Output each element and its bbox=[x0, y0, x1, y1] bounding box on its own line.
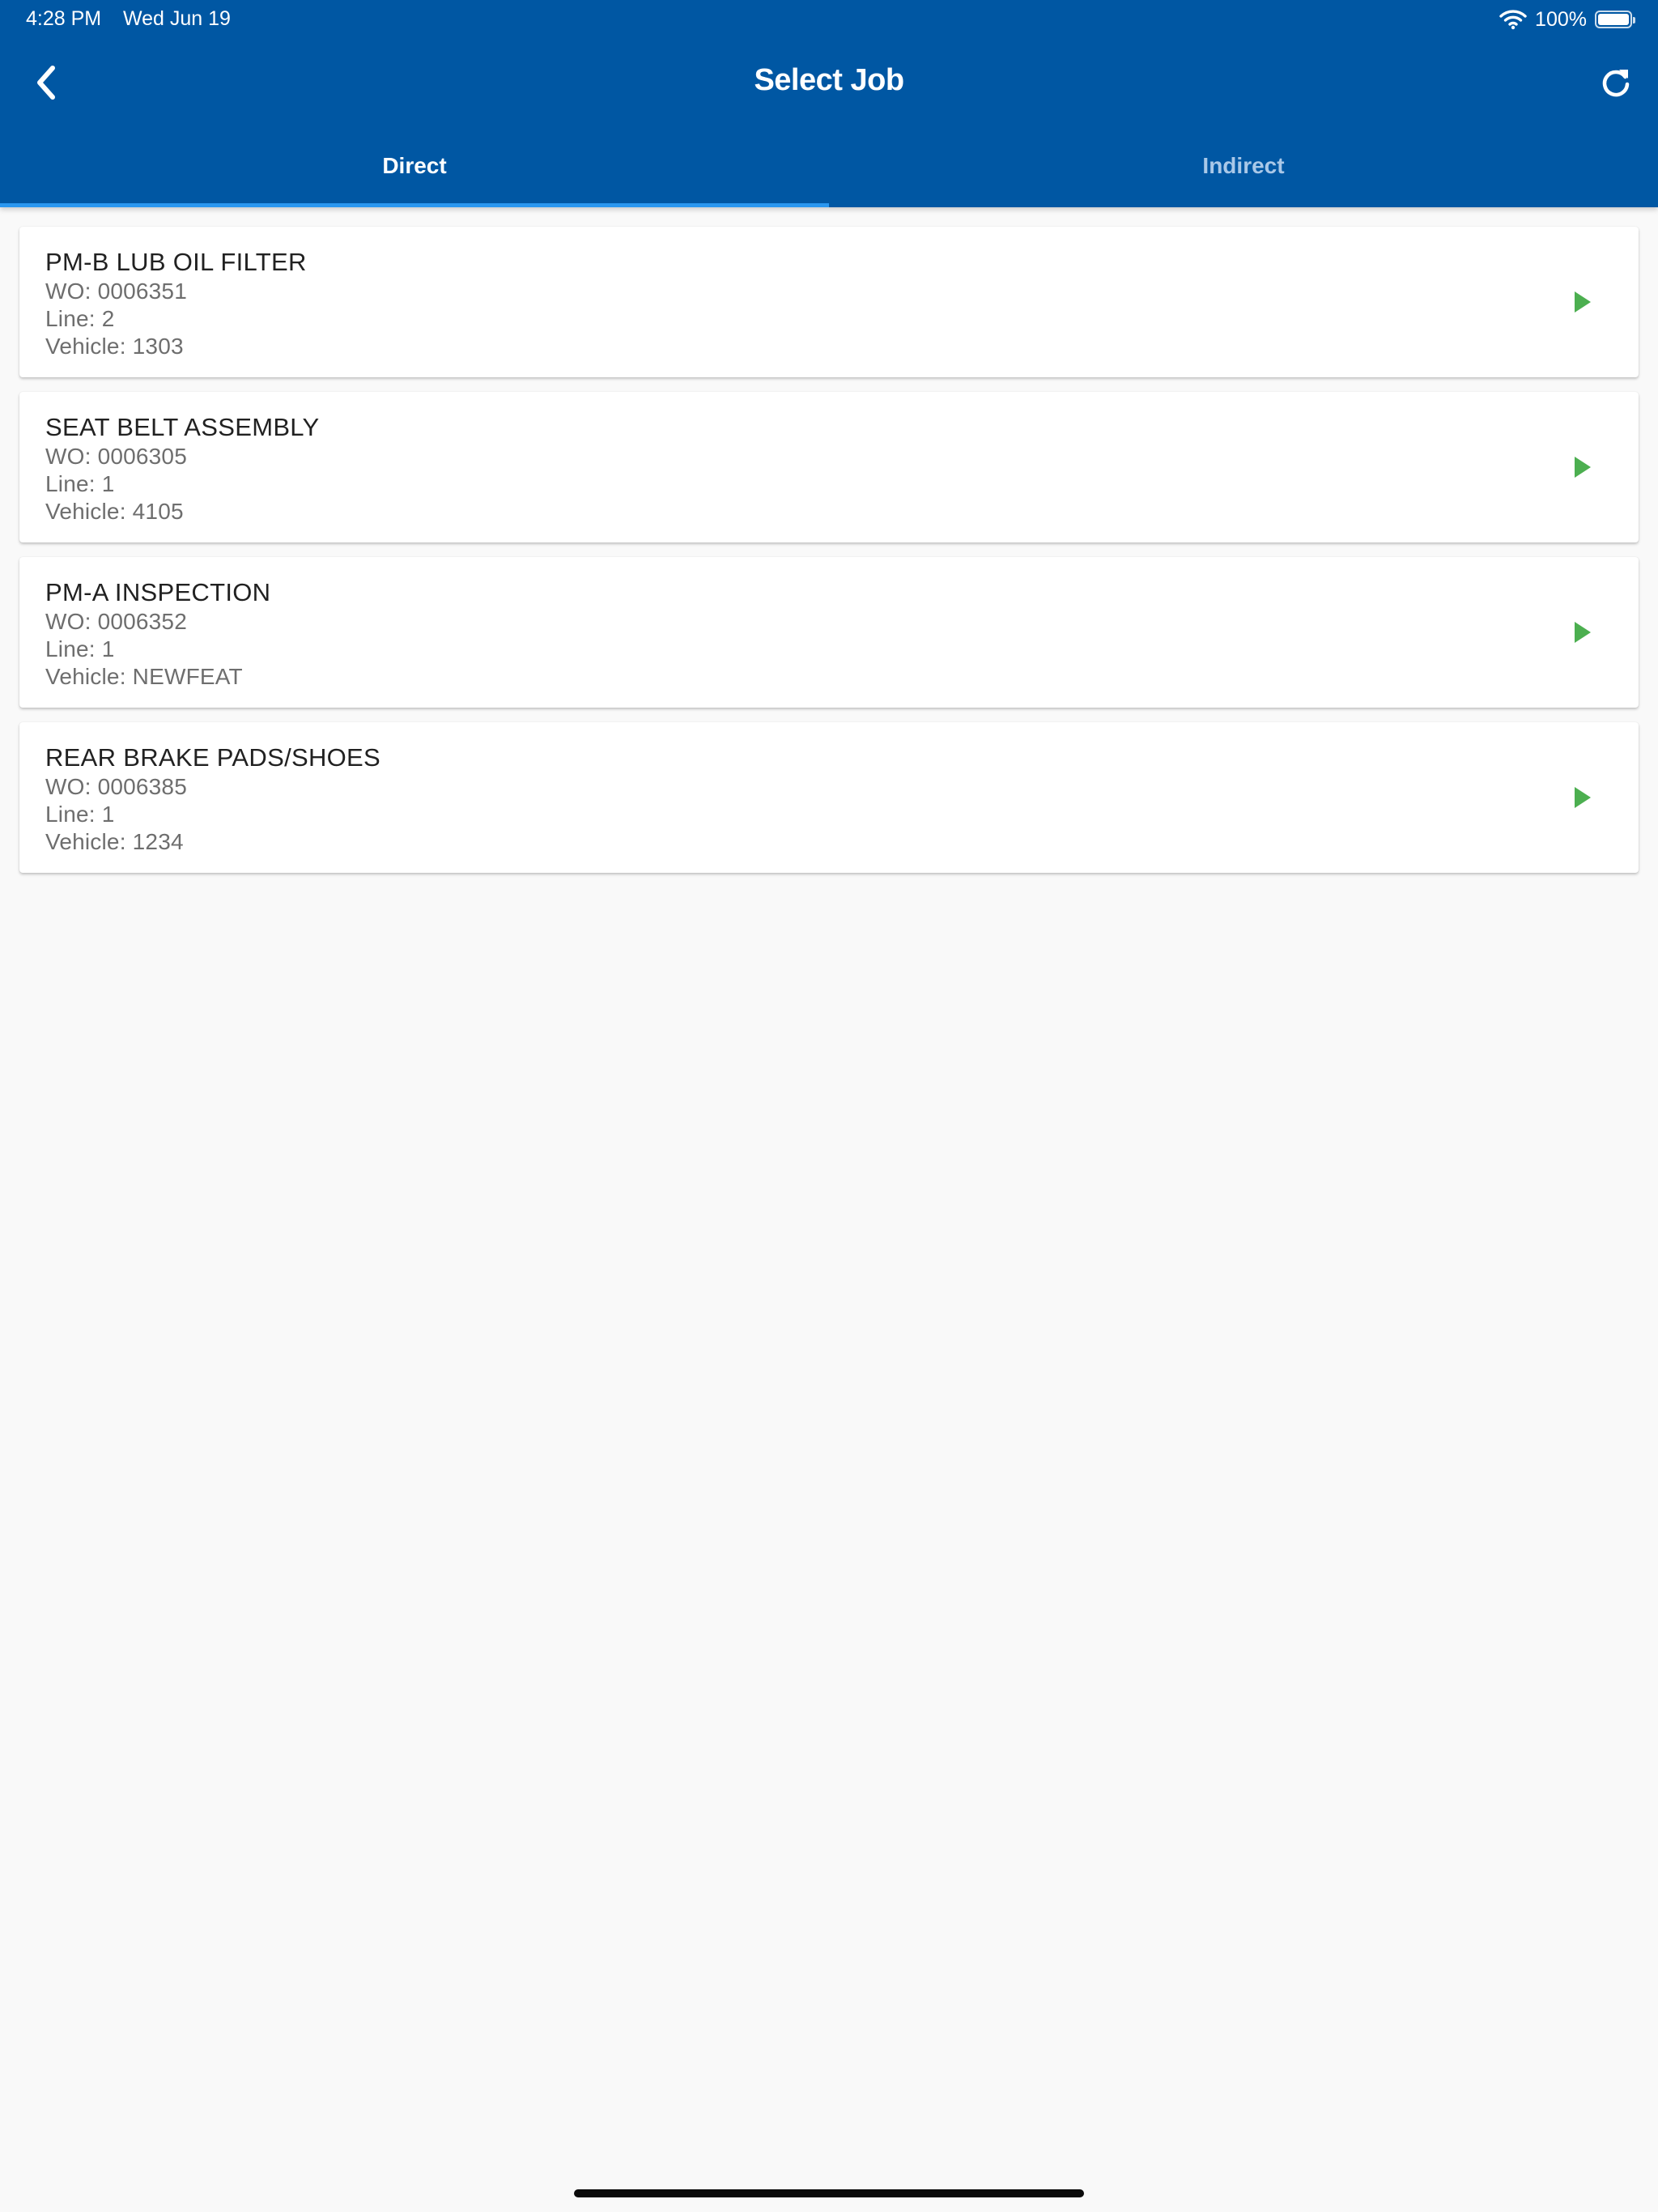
job-line-number: Line: 1 bbox=[45, 471, 115, 496]
job-vehicle: Vehicle: 4105 bbox=[45, 499, 184, 524]
job-work-order: WO: 0006352 bbox=[45, 609, 187, 634]
tab-indirect-label: Indirect bbox=[1202, 153, 1285, 178]
job-work-order: WO: 0006351 bbox=[45, 279, 187, 304]
home-indicator[interactable] bbox=[574, 2189, 1084, 2197]
job-card[interactable]: SEAT BELT ASSEMBLY WO: 0006305 Line: 1 V… bbox=[19, 392, 1639, 542]
job-line-number: Line: 1 bbox=[45, 636, 115, 661]
job-work-order: WO: 0006385 bbox=[45, 774, 187, 799]
app-header: 4:28 PM Wed Jun 19 100% Select Job Direc… bbox=[0, 0, 1658, 207]
job-title: REAR BRAKE PADS/SHOES bbox=[45, 743, 381, 772]
tab-direct-label: Direct bbox=[382, 153, 447, 178]
job-vehicle: Vehicle: 1303 bbox=[45, 334, 184, 359]
start-job-button[interactable] bbox=[1569, 619, 1596, 646]
job-title: PM-B LUB OIL FILTER bbox=[45, 248, 307, 276]
job-work-order: WO: 0006305 bbox=[45, 444, 187, 469]
job-card[interactable]: PM-B LUB OIL FILTER WO: 0006351 Line: 2 … bbox=[19, 227, 1639, 377]
play-icon bbox=[1575, 457, 1591, 478]
tab-indirect[interactable]: Indirect bbox=[829, 139, 1658, 207]
page-title: Select Job bbox=[754, 63, 904, 97]
start-job-button[interactable] bbox=[1569, 453, 1596, 481]
start-job-button[interactable] bbox=[1569, 288, 1596, 316]
refresh-button[interactable] bbox=[1593, 62, 1639, 107]
play-icon bbox=[1575, 787, 1591, 808]
status-bar: 4:28 PM Wed Jun 19 100% bbox=[0, 0, 1658, 39]
battery-icon bbox=[1595, 11, 1635, 28]
status-indicators: 100% bbox=[1499, 6, 1635, 32]
play-icon bbox=[1575, 622, 1591, 643]
wifi-icon bbox=[1499, 9, 1527, 30]
job-title: PM-A INSPECTION bbox=[45, 578, 271, 606]
play-icon bbox=[1575, 291, 1591, 313]
job-line-number: Line: 2 bbox=[45, 306, 115, 331]
battery-level bbox=[1598, 14, 1629, 25]
status-time: 4:28 PM bbox=[26, 7, 102, 30]
status-date: Wed Jun 19 bbox=[123, 7, 231, 30]
job-vehicle: Vehicle: 1234 bbox=[45, 829, 184, 854]
tab-bar: Direct Indirect bbox=[0, 139, 1658, 207]
battery-percentage: 100% bbox=[1535, 7, 1587, 31]
job-card[interactable]: REAR BRAKE PADS/SHOES WO: 0006385 Line: … bbox=[19, 722, 1639, 873]
job-line-number: Line: 1 bbox=[45, 802, 115, 827]
job-vehicle: Vehicle: NEWFEAT bbox=[45, 664, 243, 689]
start-job-button[interactable] bbox=[1569, 784, 1596, 811]
battery-tip bbox=[1633, 17, 1635, 23]
tab-direct[interactable]: Direct bbox=[0, 139, 829, 207]
job-card[interactable]: PM-A INSPECTION WO: 0006352 Line: 1 Vehi… bbox=[19, 557, 1639, 708]
job-list: PM-B LUB OIL FILTER WO: 0006351 Line: 2 … bbox=[19, 227, 1639, 887]
active-tab-indicator bbox=[0, 203, 829, 207]
job-title: SEAT BELT ASSEMBLY bbox=[45, 413, 320, 441]
refresh-icon bbox=[1600, 66, 1632, 103]
